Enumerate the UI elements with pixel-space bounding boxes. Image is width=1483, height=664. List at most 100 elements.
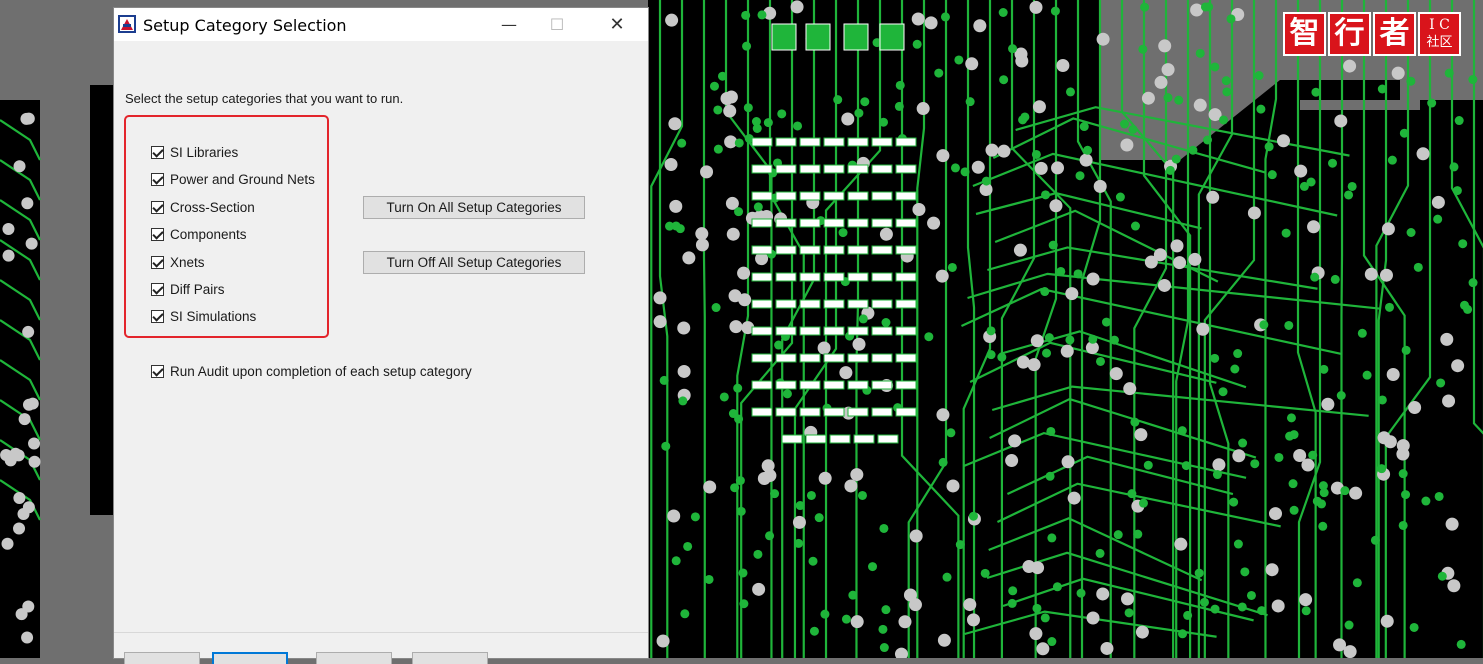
pcb-pad-dot [833, 95, 843, 105]
pcb-pad-dot [1040, 613, 1050, 623]
pcb-via [28, 455, 41, 468]
pcb-via [1391, 66, 1405, 80]
pcb-pad-dot [1188, 145, 1198, 155]
pcb-smd-pad [847, 137, 869, 147]
pcb-via [1381, 222, 1395, 236]
pcb-pad-dot [719, 392, 729, 402]
checkbox[interactable] [151, 309, 164, 323]
footer-button[interactable] [412, 652, 488, 664]
pcb-pad-dot [1130, 417, 1140, 427]
checkbox[interactable] [151, 145, 164, 159]
pcb-pad-dot [1274, 452, 1284, 462]
checkbox[interactable] [151, 255, 164, 269]
pcb-pad-dot [1194, 568, 1204, 578]
checkbox-label: Cross-Section [170, 199, 255, 215]
footer-button-default[interactable] [212, 652, 288, 664]
pcb-smd-pad [799, 164, 821, 174]
pcb-via [17, 508, 30, 521]
footer-button[interactable] [316, 652, 392, 664]
pcb-via [1247, 206, 1261, 220]
pcb-pad-dot [1436, 378, 1446, 388]
pcb-smd-pad [895, 137, 917, 147]
pcb-smd-pad [823, 407, 845, 417]
pcb-pad-dot [1177, 426, 1187, 436]
turn-off-all-button[interactable]: Turn Off All Setup Categories [363, 251, 585, 274]
pcb-pad-dot [1340, 486, 1350, 496]
pcb-via [1, 537, 14, 550]
pcb-via [677, 321, 691, 335]
pcb-pad-dot [1083, 145, 1093, 155]
category-cross-section[interactable]: Cross-Section [151, 197, 255, 217]
checkbox[interactable] [151, 227, 164, 241]
checkbox[interactable] [151, 282, 164, 296]
pcb-via [1265, 563, 1279, 577]
title-bar[interactable]: Setup Category Selection — ☐ ✕ [114, 8, 648, 41]
pcb-pad-dot [1210, 353, 1220, 363]
pcb-pad-dot [1174, 95, 1184, 105]
maximize-button[interactable]: ☐ [534, 8, 580, 41]
category-si-simulations[interactable]: SI Simulations [151, 306, 256, 326]
pcb-pad-dot [1101, 317, 1111, 327]
pcb-via [1299, 593, 1313, 607]
pcb-pad-dot [753, 549, 763, 559]
pcb-via [1408, 401, 1422, 415]
category-components[interactable]: Components [151, 224, 247, 244]
pcb-pad-dot [1387, 155, 1397, 165]
pcb-via [28, 437, 41, 450]
pcb-via [1086, 272, 1100, 286]
pcb-smd-pad [895, 245, 917, 255]
pcb-pad-dot [806, 490, 816, 500]
pcb-pad-dot [683, 541, 693, 551]
pcb-via [1293, 448, 1307, 462]
pcb-via [1158, 39, 1172, 53]
category-si-libraries[interactable]: SI Libraries [151, 142, 238, 162]
pcb-via [1157, 278, 1171, 292]
pcb-via [1349, 486, 1363, 500]
pcb-pad-dot [752, 123, 762, 133]
window-title: Setup Category Selection [143, 16, 347, 35]
pcb-via [1396, 447, 1410, 461]
pcb-pad-dot [814, 513, 824, 523]
pcb-smd-pad [847, 299, 869, 309]
checkbox[interactable] [151, 200, 164, 214]
pcb-component-pad [771, 23, 797, 51]
pcb-component-pad [805, 23, 831, 51]
run-audit-option[interactable]: Run Audit upon completion of each setup … [151, 361, 472, 381]
pcb-smd-pad [823, 218, 845, 228]
pcb-smd-pad [799, 245, 821, 255]
pcb-pad-dot [997, 352, 1007, 362]
logo-ic-sub: 社区 [1426, 35, 1453, 50]
pcb-via [1343, 59, 1357, 73]
pcb-pad-dot [739, 599, 749, 609]
pcb-via [1013, 243, 1027, 257]
minimize-button[interactable]: — [486, 8, 532, 41]
pcb-via [1377, 431, 1391, 445]
pcb-pad-dot [820, 609, 830, 619]
pcb-via [817, 341, 831, 355]
pcb-via [1086, 611, 1100, 625]
pcb-pad-dot [735, 476, 745, 486]
pcb-pad-dot [1226, 14, 1236, 24]
pcb-via [2, 249, 15, 262]
footer-separator [114, 632, 648, 633]
pcb-pad-dot [1120, 119, 1130, 129]
checkbox[interactable] [151, 364, 164, 378]
pcb-pad-dot [1409, 622, 1419, 632]
pcb-pad-dot [1421, 496, 1431, 506]
pcb-via [1123, 382, 1137, 396]
pcb-pad-dot [1257, 606, 1267, 616]
checkbox[interactable] [151, 172, 164, 186]
pcb-pad-dot [1468, 75, 1478, 85]
pcb-via [1100, 641, 1114, 655]
pcb-smd-pad [775, 299, 797, 309]
pcb-via [15, 608, 28, 621]
pcb-component-pad [879, 23, 905, 51]
close-button[interactable]: ✕ [594, 8, 640, 41]
category-power-ground-nets[interactable]: Power and Ground Nets [151, 169, 315, 189]
category-diff-pairs[interactable]: Diff Pairs [151, 279, 225, 299]
pcb-smd-pad [775, 326, 797, 336]
footer-button[interactable] [124, 652, 200, 664]
turn-on-all-button[interactable]: Turn On All Setup Categories [363, 196, 585, 219]
logo-char: 者 [1373, 12, 1416, 56]
category-xnets[interactable]: Xnets [151, 252, 205, 272]
